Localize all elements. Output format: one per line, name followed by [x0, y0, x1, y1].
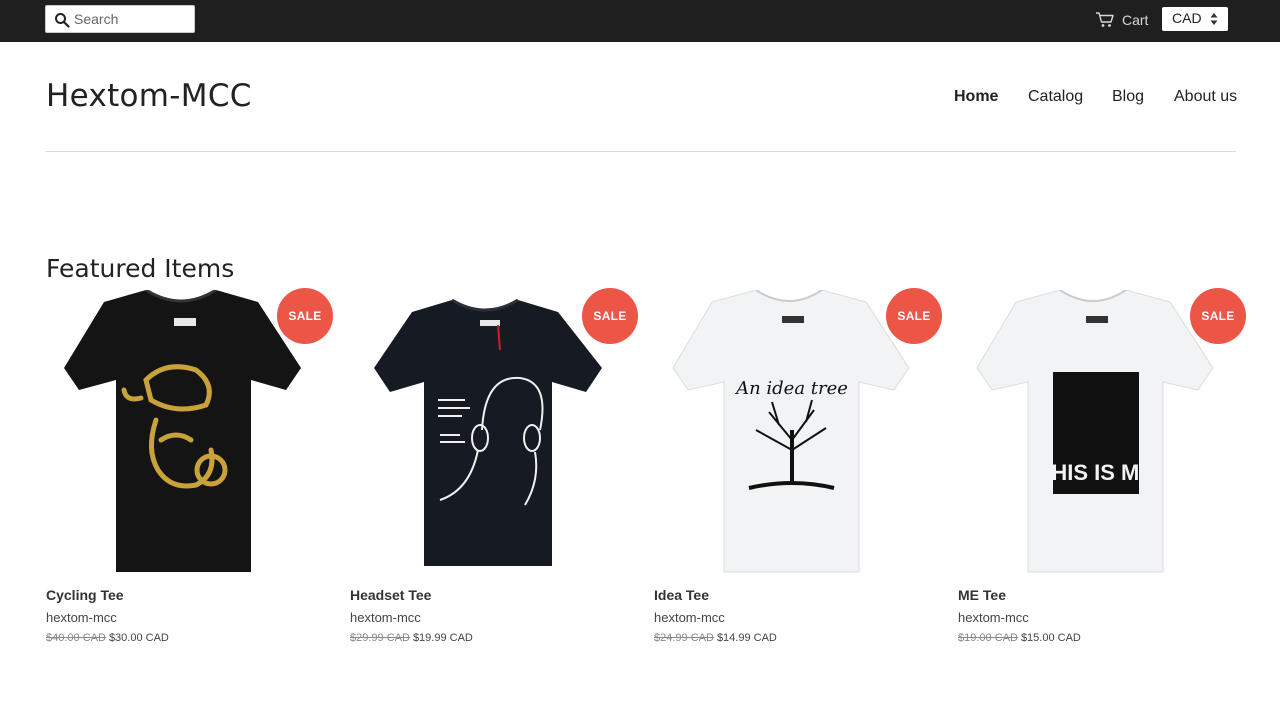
sale-badge: SALE: [886, 288, 942, 344]
sale-price: $15.00 CAD: [1020, 632, 1081, 644]
product-card-cycling-tee[interactable]: SALE Cycling Tee hextom-mcc $40.00 CAD $3…: [46, 288, 336, 650]
product-image[interactable]: An idea tree: [654, 290, 924, 575]
product-name[interactable]: Idea Tee: [654, 587, 709, 603]
print-text: An idea tree: [734, 378, 848, 399]
original-price: $24.99 CAD: [654, 632, 714, 644]
product-price: $29.99 CAD $19.99 CAD: [350, 632, 473, 644]
product-vendor: hextom-mcc: [654, 610, 725, 625]
currency-select[interactable]: CAD: [1162, 7, 1228, 31]
product-vendor: hextom-mcc: [350, 610, 421, 625]
product-price: $19.00 CAD $15.00 CAD: [958, 632, 1081, 644]
product-price: $40.00 CAD $30.00 CAD: [46, 632, 169, 644]
product-price: $24.99 CAD $14.99 CAD: [654, 632, 777, 644]
product-card-idea-tee[interactable]: An idea tree SALE Idea Tee hextom-mcc $2…: [654, 288, 944, 650]
product-card-me-tee[interactable]: THIS IS ME SALE ME Tee hextom-mcc $19.00…: [958, 288, 1248, 650]
top-bar: Cart CAD: [0, 0, 1280, 42]
print-text: THIS IS ME: [1038, 460, 1154, 485]
product-image[interactable]: THIS IS ME: [958, 290, 1228, 575]
search-box[interactable]: [45, 5, 195, 33]
nav-blog[interactable]: Blog: [1112, 88, 1144, 106]
header-divider: [46, 151, 1236, 152]
product-image[interactable]: [350, 290, 620, 575]
product-name[interactable]: Headset Tee: [350, 587, 431, 603]
sale-price: $14.99 CAD: [716, 632, 777, 644]
search-input[interactable]: [74, 9, 190, 29]
main-nav: Home Catalog Blog About us: [0, 88, 1280, 108]
product-card-headset-tee[interactable]: SALE Headset Tee hextom-mcc $29.99 CAD $1…: [350, 288, 640, 650]
product-name[interactable]: ME Tee: [958, 587, 1006, 603]
product-image[interactable]: [46, 290, 316, 575]
original-price: $29.99 CAD: [350, 632, 410, 644]
tshirt-shape: [64, 290, 301, 572]
product-vendor: hextom-mcc: [46, 610, 117, 625]
nav-catalog[interactable]: Catalog: [1028, 88, 1083, 106]
search-icon[interactable]: [54, 12, 70, 28]
nav-about-us[interactable]: About us: [1174, 88, 1237, 106]
select-arrows-icon: [1210, 13, 1218, 25]
section-title: Featured Items: [46, 254, 235, 283]
original-price: $40.00 CAD: [46, 632, 106, 644]
cart-link[interactable]: Cart: [1095, 10, 1148, 30]
cart-label[interactable]: Cart: [1122, 12, 1148, 28]
sale-badge: SALE: [1190, 288, 1246, 344]
sale-badge: SALE: [582, 288, 638, 344]
this-is-me-graphic: THIS IS ME: [1038, 372, 1154, 494]
original-price: $19.00 CAD: [958, 632, 1018, 644]
sale-price: $19.99 CAD: [412, 632, 473, 644]
sale-price: $30.00 CAD: [108, 632, 169, 644]
cart-icon[interactable]: [1095, 11, 1115, 29]
product-vendor: hextom-mcc: [958, 610, 1029, 625]
product-name[interactable]: Cycling Tee: [46, 587, 124, 603]
sale-badge: SALE: [277, 288, 333, 344]
currency-value: CAD: [1172, 10, 1202, 26]
nav-home[interactable]: Home: [954, 88, 998, 106]
